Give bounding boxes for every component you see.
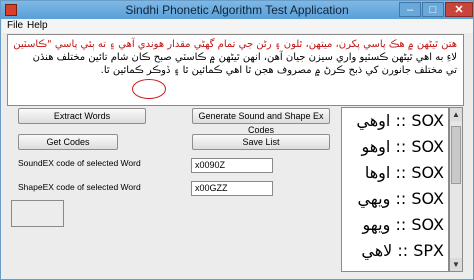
empty-panel <box>11 200 64 227</box>
scroll-up-icon[interactable]: ▲ <box>450 108 462 121</box>
text-line-3-start: تي مختلف جانورن کي ذبح ڪرڻ ۾ مصروف هجن ٿ… <box>242 65 457 76</box>
list-item[interactable]: لاهي :: SPX <box>361 241 444 260</box>
list-item-word: ويهو <box>362 215 391 234</box>
text-line-2: لاءِ به اهي ٿيڻهن ڪسٽيو واري سيزن جيان آ… <box>32 52 457 63</box>
application-window: Sindhi Phonetic Algorithm Test Applicati… <box>0 0 474 280</box>
list-item-code: SOX <box>411 163 444 182</box>
input-text-area[interactable]: هتن ٿيڻهن ۾ هڪ پاسي پکرن، ميتهن، ٿلون ۽ … <box>7 34 464 106</box>
list-separator: :: <box>397 241 409 260</box>
menu-help[interactable]: Help <box>27 20 48 31</box>
shapeex-label: ShapeEX code of selected Word <box>18 182 141 192</box>
list-separator: :: <box>395 111 407 130</box>
list-item[interactable]: ويهو :: SOX <box>363 215 444 234</box>
word-code-list[interactable]: اوهي :: SOX اوهو :: SOX اوها :: SOX ويهي… <box>341 107 449 272</box>
selected-word-circle <box>132 79 166 99</box>
text-line-3-end: ڪمائين ٿا ۽ ڏوڪر ڪمائين ٿا. <box>100 65 226 76</box>
text-line-3: تي مختلف جانورن کي ذبح ڪرڻ ۾ مصروف هجن ٿ… <box>15 64 457 77</box>
text-line-1: هتن ٿيڻهن ۾ هڪ پاسي پکرن، ميتهن، ٿلون ۽ … <box>13 39 457 50</box>
get-codes-button[interactable]: Get Codes <box>18 134 118 150</box>
generate-codes-button[interactable]: Generate Sound and Shape Ex Codes <box>192 108 330 135</box>
selected-word: اهي <box>225 65 243 76</box>
maximize-button[interactable]: □ <box>422 2 444 17</box>
list-scrollbar[interactable]: ▲ ▼ <box>449 107 463 272</box>
save-list-button[interactable]: Save List <box>192 134 330 150</box>
extract-words-button[interactable]: Extract Words <box>18 108 146 124</box>
title-bar[interactable]: Sindhi Phonetic Algorithm Test Applicati… <box>1 1 473 19</box>
list-item[interactable]: اوهي :: SOX <box>356 111 444 130</box>
soundex-label: SoundEX code of selected Word <box>18 158 141 168</box>
list-item[interactable]: ويهي :: SOX <box>357 189 444 208</box>
list-separator: :: <box>395 189 407 208</box>
list-item-word: اوهي <box>356 111 391 130</box>
list-item[interactable]: اوها :: SOX <box>365 163 444 182</box>
list-separator: :: <box>395 137 407 156</box>
shapeex-field[interactable]: x00GZZ <box>191 181 273 196</box>
list-item-code: SOX <box>411 137 444 156</box>
list-item-word: لاهي <box>361 241 393 260</box>
list-item-code: SPX <box>413 241 444 260</box>
list-item-code: SOX <box>411 111 444 130</box>
list-item-code: SOX <box>411 215 444 234</box>
list-item-word: اوها <box>364 163 391 182</box>
scroll-thumb[interactable] <box>451 126 461 184</box>
scroll-down-icon[interactable]: ▼ <box>450 258 462 271</box>
menu-bar: File Help <box>2 19 473 33</box>
list-item-word: اوهو <box>361 137 391 156</box>
list-item-code: SOX <box>411 189 444 208</box>
list-item[interactable]: اوهو :: SOX <box>361 137 444 156</box>
list-item-word: ويهي <box>357 189 391 208</box>
soundex-field[interactable]: x0090Z <box>191 158 273 173</box>
menu-file[interactable]: File <box>7 20 23 31</box>
close-button[interactable]: ✕ <box>445 2 473 17</box>
minimize-button[interactable]: – <box>399 2 421 17</box>
list-separator: :: <box>395 163 407 182</box>
list-separator: :: <box>395 215 407 234</box>
